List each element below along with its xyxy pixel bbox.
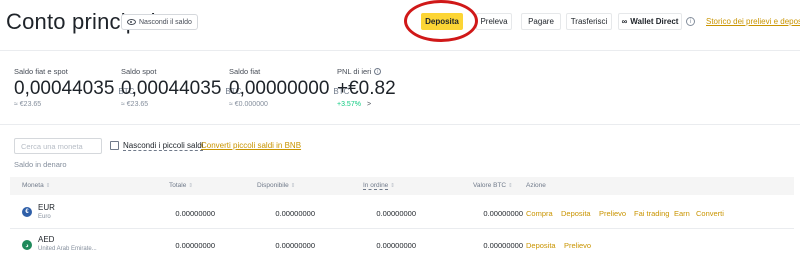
transfer-button[interactable]: Trasferisci [566,13,612,30]
column-btc-value[interactable]: Valore BTC ⇕ [473,182,513,189]
balance-fiat: Saldo fiat 0,00000000 BTC ≈ €0.000000 [229,67,349,108]
balance-approx: ≈ €23.65 [14,101,42,108]
balance-value: 0,00044035 [121,78,222,99]
cell-in-order: 0.00000000 [376,241,416,250]
convert-small-link[interactable]: Converti piccoli saldi in BNB [201,141,301,150]
column-label: Moneta [22,182,44,189]
sort-icon: ⇕ [45,183,51,189]
balance-label: Saldo fiat [229,67,261,76]
action-trade[interactable]: Fai trading [634,209,669,218]
pay-button[interactable]: Pagare [521,13,561,30]
balance-amount: 0,00000000 BTC [229,78,349,100]
info-icon[interactable]: i [686,17,695,26]
column-in-order[interactable]: In ordine ⇕ [363,182,395,190]
dirham-coin-icon: د [22,240,32,250]
column-coin[interactable]: Moneta ⇕ [22,182,50,189]
balance-label: Saldo spot [121,67,157,76]
pnl-value: +€0.82 [337,78,396,99]
sort-icon: ⇕ [390,183,395,189]
coin-symbol: EUR [38,203,55,212]
balance-spot: Saldo spot 0,00044035 BTC ≈ €23.65 [121,67,241,108]
action-deposit[interactable]: Deposita [526,241,556,250]
column-label: Totale [169,182,187,189]
column-label: In ordine [363,182,389,190]
deposit-button[interactable]: Deposita [421,13,463,30]
table-header: Moneta ⇕ Totale ⇕ Disponibile ⇕ In ordine ⇕ … [10,177,794,195]
action-withdraw[interactable]: Prelievo [564,241,591,250]
column-actions: Azione [526,182,546,189]
action-convert[interactable]: Converti [696,209,724,218]
chevron-right-icon: > [366,101,372,108]
balance-amount: 0,00044035 BTC [14,78,134,100]
sort-icon: ⇕ [188,183,193,189]
table-row: € EUR Euro 0.00000000 0.00000000 0.00000… [10,197,794,227]
balance-value: 0,00044035 [14,78,115,99]
action-withdraw[interactable]: Prelievo [599,209,626,218]
link-icon: ∞ [621,17,628,26]
page-header: Conto principale Nascondi il saldo Depos… [0,0,800,50]
table-row: د AED United Arab Emirate... 0.00000000 … [10,230,794,260]
cell-btc-value: 0.00000000 [483,209,523,218]
pnl-percent: +3.57% [337,101,361,108]
hide-balance-button[interactable]: Nascondi il saldo [121,14,198,30]
section-label: Saldo in denaro [14,160,67,169]
wallet-direct-label: Wallet Direct [630,17,679,26]
pnl-label: PNL di ieri [337,67,372,76]
euro-coin-icon: € [22,207,32,217]
column-available[interactable]: Disponibile ⇕ [257,182,295,189]
eye-slash-icon [127,19,136,25]
cell-total: 0.00000000 [175,209,215,218]
coin-name: United Arab Emirate... [38,246,97,252]
coin-symbol: AED [38,235,55,244]
balance-value: 0,00000000 [229,78,330,99]
action-buy[interactable]: Compra [526,209,553,218]
sort-icon: ⇕ [290,183,296,189]
search-input[interactable]: Cerca una moneta [14,138,102,154]
column-total[interactable]: Totale ⇕ [169,182,193,189]
hide-small-checkbox[interactable] [110,141,119,150]
action-earn[interactable]: Earn [674,209,690,218]
wallet-direct-button[interactable]: ∞ Wallet Direct [618,13,682,30]
history-link[interactable]: Storico dei prelievi e depositi [706,17,800,26]
hide-small-label[interactable]: Nascondi i piccoli saldi [123,141,204,151]
balance-fiat-spot: Saldo fiat e spot 0,00044035 BTC ≈ €23.6… [14,67,134,108]
column-label: Disponibile [257,182,289,189]
hide-balance-label: Nascondi il saldo [139,18,192,26]
balance-approx: ≈ €23.65 [121,101,149,108]
cell-available: 0.00000000 [275,209,315,218]
cell-in-order: 0.00000000 [376,209,416,218]
balance-approx: ≈ €0.000000 [229,101,268,108]
withdraw-button[interactable]: Preleva [476,13,512,30]
cell-btc-value: 0.00000000 [483,241,523,250]
header-divider [0,50,800,51]
pnl-label-row: PNL di ieri i [337,67,396,76]
row-divider [10,228,794,229]
pnl-block: PNL di ieri i +€0.82 +3.57% > [337,67,396,108]
coin-name: Euro [38,214,51,220]
cell-total: 0.00000000 [175,241,215,250]
action-deposit[interactable]: Deposita [561,209,591,218]
cell-available: 0.00000000 [275,241,315,250]
pnl-change[interactable]: +3.57% > [337,101,396,108]
sort-icon: ⇕ [508,183,513,189]
column-label: Valore BTC [473,182,507,189]
balance-amount: 0,00044035 BTC [121,78,241,100]
balance-label: Saldo fiat e spot [14,67,68,76]
balances-divider [0,124,800,125]
info-icon[interactable]: i [374,68,382,75]
